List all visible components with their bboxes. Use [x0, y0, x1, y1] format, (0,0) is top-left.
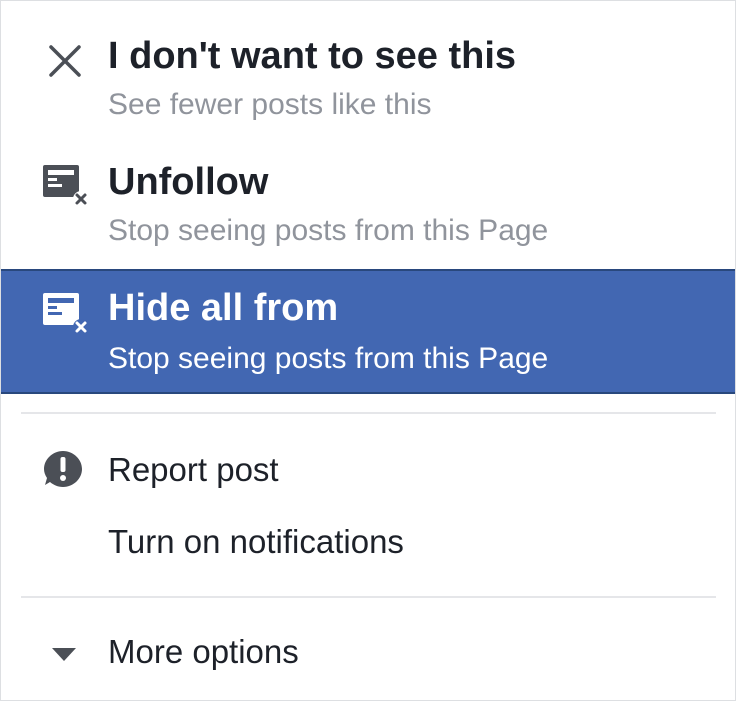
- menu-item-label: Report post: [108, 451, 279, 488]
- hide-page-icon: [41, 289, 91, 339]
- menu-item-title: Hide all from: [108, 287, 339, 329]
- close-icon: [41, 37, 91, 87]
- menu-item-turn-on-notifications[interactable]: Turn on notifications: [1, 513, 735, 573]
- post-options-menu: I don't want to see this See fewer posts…: [0, 0, 736, 701]
- menu-divider: [21, 412, 716, 414]
- unfollow-page-icon: [41, 161, 91, 211]
- menu-item-subtitle: Stop seeing posts from this Page: [108, 342, 549, 375]
- menu-divider: [21, 596, 716, 598]
- menu-item-title: I don't want to see this: [108, 35, 517, 77]
- menu-item-subtitle: See fewer posts like this: [108, 88, 432, 121]
- report-alert-icon: [41, 447, 91, 497]
- menu-item-more-options[interactable]: More options: [1, 623, 735, 683]
- menu-item-label: Turn on notifications: [108, 523, 404, 560]
- menu-item-title: Unfollow: [108, 161, 269, 203]
- menu-item-label: More options: [108, 633, 299, 670]
- menu-item-subtitle: Stop seeing posts from this Page: [108, 214, 549, 247]
- menu-item-unfollow[interactable]: Unfollow Stop seeing posts from this Pag…: [1, 131, 735, 269]
- menu-item-hide-all-from[interactable]: Hide all from Stop seeing posts from thi…: [1, 269, 735, 394]
- menu-item-dont-want-to-see[interactable]: I don't want to see this See fewer posts…: [1, 1, 735, 131]
- menu-item-report-post[interactable]: Report post: [1, 441, 735, 501]
- caret-down-icon: [41, 629, 91, 679]
